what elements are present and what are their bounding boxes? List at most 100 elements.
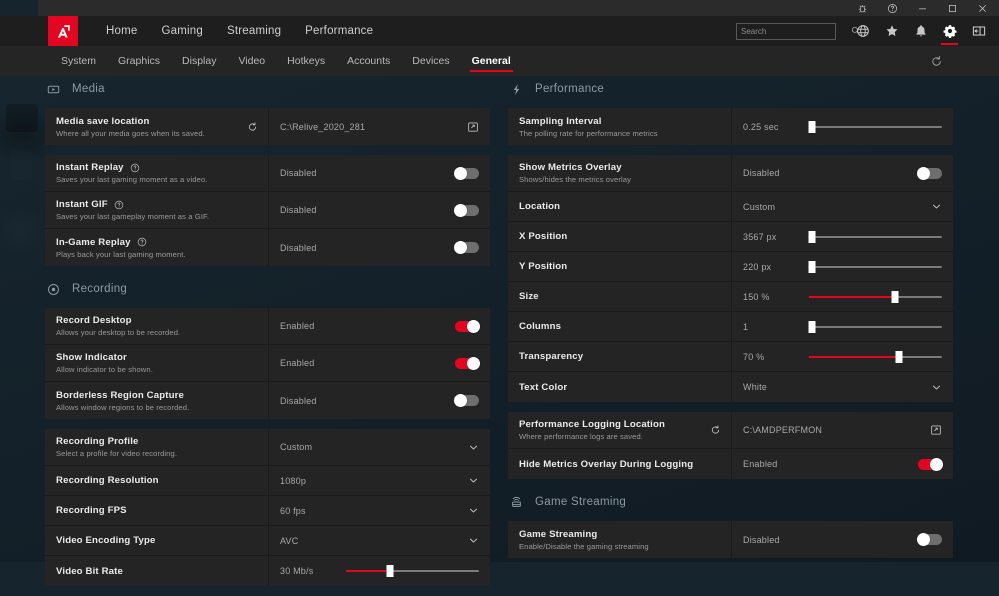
row-sampling-interval[interactable]: Sampling Interval The polling rate for p…: [508, 108, 953, 145]
help-icon[interactable]: [137, 237, 147, 247]
chevron-down-icon[interactable]: [468, 505, 479, 516]
close-icon[interactable]: [967, 0, 997, 16]
slider-video-bit-rate[interactable]: [346, 565, 479, 577]
slider-transparency[interactable]: [809, 351, 942, 363]
row-value: C:\AMDPERFMON: [743, 425, 930, 435]
row-transparency[interactable]: Transparency 70 %: [508, 342, 953, 372]
row-borderless-region-capture[interactable]: Borderless Region Capture Allows window …: [45, 382, 490, 419]
nav-item-gaming[interactable]: Gaming: [149, 16, 214, 46]
row-instant-replay[interactable]: Instant Replay Saves your last gaming mo…: [45, 155, 490, 192]
tab-general[interactable]: General: [461, 46, 522, 76]
row-video-encoding-type[interactable]: Video Encoding Type AVC: [45, 526, 490, 556]
help-icon[interactable]: [877, 0, 907, 16]
toggle-in-game-replay[interactable]: [455, 242, 479, 253]
row-value-block: Disabled: [732, 155, 953, 191]
nav-item-performance[interactable]: Performance: [293, 16, 385, 46]
toggle-show-indicator[interactable]: [455, 358, 479, 369]
chevron-down-icon[interactable]: [931, 201, 942, 212]
toggle-game-streaming[interactable]: [918, 534, 942, 545]
tab-graphics[interactable]: Graphics: [107, 46, 171, 76]
row-performance-logging-location[interactable]: Performance Logging Location Where perfo…: [508, 412, 953, 449]
row-game-streaming[interactable]: Game Streaming Enable/Disable the gaming…: [508, 521, 953, 558]
row-x-position[interactable]: X Position 3567 px: [508, 222, 953, 252]
toggle-show-metrics-overlay[interactable]: [918, 168, 942, 179]
row-label-block: Location: [508, 192, 732, 221]
row-recording-fps[interactable]: Recording FPS 60 fps: [45, 496, 490, 526]
bug-icon[interactable]: [847, 0, 877, 16]
row-columns[interactable]: Columns 1: [508, 312, 953, 342]
row-recording-resolution[interactable]: Recording Resolution 1080p: [45, 466, 490, 496]
reset-icon[interactable]: [710, 425, 721, 436]
row-value: C:\Relive_2020_281: [280, 122, 467, 132]
row-show-metrics-overlay[interactable]: Show Metrics Overlay Shows/hides the met…: [508, 155, 953, 192]
reset-defaults-icon[interactable]: [930, 55, 943, 68]
bell-icon[interactable]: [906, 16, 935, 46]
row-title: Location: [519, 201, 721, 212]
panel-icon[interactable]: [964, 16, 993, 46]
row-show-indicator[interactable]: Show Indicator Allow indicator to be sho…: [45, 345, 490, 382]
reset-icon[interactable]: [247, 121, 258, 132]
minimize-icon[interactable]: [907, 0, 937, 16]
slider-size[interactable]: [809, 291, 942, 303]
row-hide-metrics-overlay-during-logging[interactable]: Hide Metrics Overlay During Logging Enab…: [508, 449, 953, 479]
row-location[interactable]: Location Custom: [508, 192, 953, 222]
section-title-performance: Performance: [535, 83, 604, 95]
row-label-block: Show Metrics Overlay Shows/hides the met…: [508, 155, 732, 191]
row-label-block: Columns: [508, 312, 732, 341]
help-icon[interactable]: [130, 163, 140, 173]
row-label-block: Game Streaming Enable/Disable the gaming…: [508, 521, 732, 558]
row-in-game-replay[interactable]: In-Game Replay Plays back your last gami…: [45, 229, 490, 266]
row-video-bit-rate[interactable]: Video Bit Rate 30 Mb/s: [45, 556, 490, 586]
nav-item-streaming[interactable]: Streaming: [215, 16, 293, 46]
row-value: 60 fps: [280, 506, 306, 516]
help-icon[interactable]: [114, 200, 124, 210]
row-title: Game Streaming: [519, 529, 721, 540]
toggle-record-desktop[interactable]: [455, 321, 479, 332]
group-media-toggles: Instant Replay Saves your last gaming mo…: [45, 155, 490, 266]
row-subtitle: Where performance logs are saved.: [519, 432, 721, 441]
browse-folder-icon[interactable]: [930, 424, 942, 436]
search-input[interactable]: [741, 27, 851, 36]
row-recording-profile[interactable]: Recording Profile Select a profile for v…: [45, 429, 490, 466]
toggle-instant-gif[interactable]: [455, 205, 479, 216]
chevron-down-icon[interactable]: [468, 535, 479, 546]
group-media-save: Media save location Where all your media…: [45, 108, 490, 145]
tab-video[interactable]: Video: [227, 46, 276, 76]
slider-y-position[interactable]: [809, 261, 942, 273]
tab-hotkeys[interactable]: Hotkeys: [276, 46, 336, 76]
globe-icon[interactable]: [848, 16, 877, 46]
tab-system[interactable]: System: [50, 46, 107, 76]
tab-accounts[interactable]: Accounts: [336, 46, 401, 76]
toggle-instant-replay[interactable]: [455, 168, 479, 179]
row-instant-gif[interactable]: Instant GIF Saves your last gameplay mom…: [45, 192, 490, 229]
row-size[interactable]: Size 150 %: [508, 282, 953, 312]
slider-sampling-interval[interactable]: [809, 121, 942, 133]
row-y-position[interactable]: Y Position 220 px: [508, 252, 953, 282]
group-game-streaming: Game Streaming Enable/Disable the gaming…: [508, 521, 953, 558]
amd-radeon-logo[interactable]: [48, 16, 78, 46]
star-icon[interactable]: [877, 16, 906, 46]
section-title-media: Media: [72, 83, 105, 95]
slider-x-position[interactable]: [809, 231, 942, 243]
row-subtitle: Shows/hides the metrics overlay: [519, 175, 721, 184]
row-text-color[interactable]: Text Color White: [508, 372, 953, 402]
tab-devices[interactable]: Devices: [401, 46, 460, 76]
row-record-desktop[interactable]: Record Desktop Allows your desktop to be…: [45, 308, 490, 345]
chevron-down-icon[interactable]: [931, 382, 942, 393]
row-title-text: Instant Replay: [56, 162, 124, 173]
maximize-icon[interactable]: [937, 0, 967, 16]
toggle-hide-metrics-overlay-during-logging[interactable]: [918, 459, 942, 470]
chevron-down-icon[interactable]: [468, 442, 479, 453]
gear-icon[interactable]: [935, 16, 964, 46]
toggle-borderless-region-capture[interactable]: [455, 395, 479, 406]
search-box[interactable]: [736, 23, 836, 40]
row-media-save-location[interactable]: Media save location Where all your media…: [45, 108, 490, 145]
row-value-block: Disabled: [732, 521, 953, 558]
browse-folder-icon[interactable]: [467, 121, 479, 133]
nav-item-home[interactable]: Home: [94, 16, 149, 46]
row-title: Performance Logging Location: [519, 419, 721, 430]
group-recording-settings: Recording Profile Select a profile for v…: [45, 429, 490, 586]
slider-columns[interactable]: [809, 321, 942, 333]
tab-display[interactable]: Display: [171, 46, 227, 76]
chevron-down-icon[interactable]: [468, 475, 479, 486]
